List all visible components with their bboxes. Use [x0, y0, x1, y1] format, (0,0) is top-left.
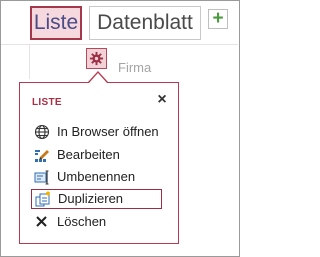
- view-context-menu: LISTE × In Browser öffnen Bearbeiten Umb…: [19, 82, 179, 244]
- popup-pointer: [89, 73, 107, 83]
- menu-item-label: Umbenennen: [57, 169, 136, 184]
- add-view-button[interactable]: +: [208, 9, 228, 29]
- header-divider: [1, 44, 238, 45]
- menu-title: LISTE: [32, 97, 62, 108]
- menu-item-label: Duplizieren: [58, 191, 124, 206]
- menu-item-label: In Browser öffnen: [57, 124, 159, 139]
- menu-item-duplicate[interactable]: Duplizieren: [31, 189, 162, 209]
- tab-datenblatt[interactable]: Datenblatt: [89, 6, 201, 40]
- menu-item-label: Bearbeiten: [57, 147, 120, 162]
- menu-item-open-in-browser[interactable]: In Browser öffnen: [30, 122, 170, 142]
- view-settings-button[interactable]: [86, 48, 107, 69]
- menu-item-rename[interactable]: Umbenennen: [30, 167, 170, 187]
- gear-icon: [89, 51, 104, 66]
- view-guide-line: [29, 45, 30, 79]
- tab-liste[interactable]: Liste: [30, 6, 82, 40]
- rename-icon: [34, 170, 49, 185]
- duplicate-icon: [35, 191, 50, 207]
- menu-item-edit[interactable]: Bearbeiten: [30, 145, 170, 165]
- edit-icon: [35, 150, 49, 162]
- delete-icon: [36, 216, 47, 227]
- menu-item-label: Löschen: [57, 214, 107, 229]
- globe-icon: [34, 124, 50, 140]
- close-icon[interactable]: ×: [154, 92, 170, 108]
- field-label-firma: Firma: [118, 60, 152, 75]
- menu-item-delete[interactable]: Löschen: [30, 212, 170, 232]
